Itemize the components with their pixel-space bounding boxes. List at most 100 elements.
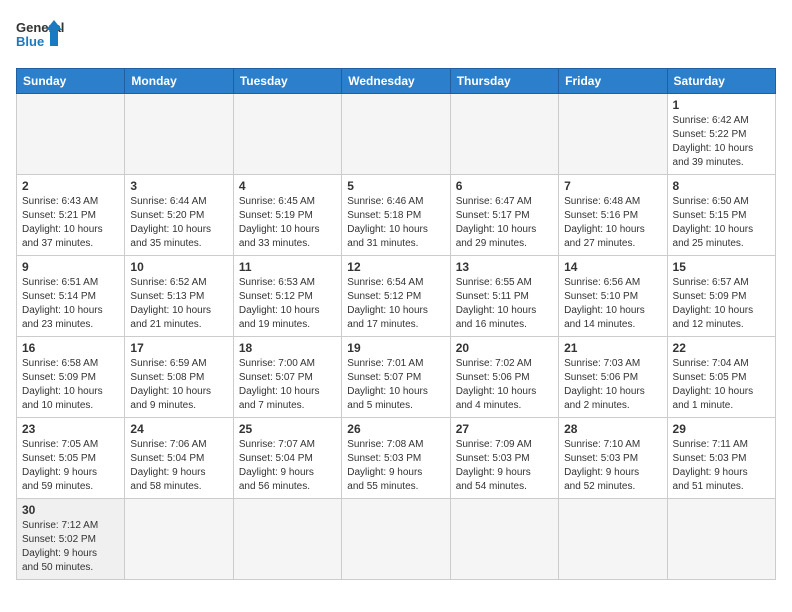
day-header-wednesday: Wednesday: [342, 69, 450, 94]
calendar-cell: [125, 94, 233, 175]
day-info: Sunrise: 6:46 AM Sunset: 5:18 PM Dayligh…: [347, 195, 444, 251]
calendar-cell: 10 Sunrise: 6:52 AM Sunset: 5:13 PM Dayli…: [125, 256, 233, 337]
day-info: Sunrise: 7:12 AM Sunset: 5:02 PM Dayligh…: [22, 519, 119, 575]
day-number: 6: [456, 179, 553, 193]
day-number: 9: [22, 260, 119, 274]
day-info: Sunrise: 7:02 AM Sunset: 5:06 PM Dayligh…: [456, 357, 553, 413]
calendar-cell: 23 Sunrise: 7:05 AM Sunset: 5:05 PM Dayli…: [17, 418, 125, 499]
day-info: Sunrise: 6:44 AM Sunset: 5:20 PM Dayligh…: [130, 195, 227, 251]
day-info: Sunrise: 6:54 AM Sunset: 5:12 PM Dayligh…: [347, 276, 444, 332]
day-number: 23: [22, 422, 119, 436]
day-number: 19: [347, 341, 444, 355]
calendar-cell: 24 Sunrise: 7:06 AM Sunset: 5:04 PM Dayli…: [125, 418, 233, 499]
day-info: Sunrise: 6:58 AM Sunset: 5:09 PM Dayligh…: [22, 357, 119, 413]
calendar-cell: 26Sunrise: 7:08 AM Sunset: 5:03 PM Dayli…: [342, 418, 450, 499]
calendar-cell: 18 Sunrise: 7:00 AM Sunset: 5:07 PM Dayli…: [233, 337, 341, 418]
day-info: Sunrise: 7:11 AM Sunset: 5:03 PM Dayligh…: [673, 438, 770, 494]
week-row-6: 30 Sunrise: 7:12 AM Sunset: 5:02 PM Dayli…: [17, 499, 776, 580]
calendar-cell: 8 Sunrise: 6:50 AM Sunset: 5:15 PM Daylig…: [667, 175, 775, 256]
day-header-sunday: Sunday: [17, 69, 125, 94]
day-number: 3: [130, 179, 227, 193]
calendar-cell: [559, 499, 667, 580]
calendar-cell: [450, 499, 558, 580]
day-number: 5: [347, 179, 444, 193]
day-number: 20: [456, 341, 553, 355]
day-number: 28: [564, 422, 661, 436]
day-number: 18: [239, 341, 336, 355]
day-number: 15: [673, 260, 770, 274]
day-number: 11: [239, 260, 336, 274]
day-number: 24: [130, 422, 227, 436]
calendar-cell: 27 Sunrise: 7:09 AM Sunset: 5:03 PM Dayli…: [450, 418, 558, 499]
calendar-table: SundayMondayTuesdayWednesdayThursdayFrid…: [16, 68, 776, 580]
calendar-cell: [667, 499, 775, 580]
calendar-cell: 20 Sunrise: 7:02 AM Sunset: 5:06 PM Dayli…: [450, 337, 558, 418]
logo-svg: General Blue: [16, 16, 66, 58]
day-number: 4: [239, 179, 336, 193]
day-number: 17: [130, 341, 227, 355]
calendar-cell: 14Sunrise: 6:56 AM Sunset: 5:10 PM Dayli…: [559, 256, 667, 337]
day-number: 7: [564, 179, 661, 193]
day-info: Sunrise: 7:00 AM Sunset: 5:07 PM Dayligh…: [239, 357, 336, 413]
day-header-thursday: Thursday: [450, 69, 558, 94]
day-number: 27: [456, 422, 553, 436]
calendar-cell: 16Sunrise: 6:58 AM Sunset: 5:09 PM Dayli…: [17, 337, 125, 418]
week-row-3: 9 Sunrise: 6:51 AM Sunset: 5:14 PM Daylig…: [17, 256, 776, 337]
day-info: Sunrise: 6:42 AM Sunset: 5:22 PM Dayligh…: [673, 114, 770, 170]
day-number: 30: [22, 503, 119, 517]
day-info: Sunrise: 6:50 AM Sunset: 5:15 PM Dayligh…: [673, 195, 770, 251]
calendar-cell: 21 Sunrise: 7:03 AM Sunset: 5:06 PM Dayli…: [559, 337, 667, 418]
day-info: Sunrise: 7:07 AM Sunset: 5:04 PM Dayligh…: [239, 438, 336, 494]
day-info: Sunrise: 7:09 AM Sunset: 5:03 PM Dayligh…: [456, 438, 553, 494]
calendar-cell: 12 Sunrise: 6:54 AM Sunset: 5:12 PM Dayli…: [342, 256, 450, 337]
day-number: 12: [347, 260, 444, 274]
calendar-cell: 17 Sunrise: 6:59 AM Sunset: 5:08 PM Dayli…: [125, 337, 233, 418]
calendar-cell: 19Sunrise: 7:01 AM Sunset: 5:07 PM Dayli…: [342, 337, 450, 418]
day-info: Sunrise: 6:48 AM Sunset: 5:16 PM Dayligh…: [564, 195, 661, 251]
day-info: Sunrise: 7:05 AM Sunset: 5:05 PM Dayligh…: [22, 438, 119, 494]
day-info: Sunrise: 6:52 AM Sunset: 5:13 PM Dayligh…: [130, 276, 227, 332]
day-number: 26: [347, 422, 444, 436]
week-row-2: 2 Sunrise: 6:43 AM Sunset: 5:21 PM Daylig…: [17, 175, 776, 256]
page-header: General Blue: [16, 16, 776, 58]
day-number: 21: [564, 341, 661, 355]
calendar-cell: 7 Sunrise: 6:48 AM Sunset: 5:16 PM Daylig…: [559, 175, 667, 256]
day-info: Sunrise: 6:51 AM Sunset: 5:14 PM Dayligh…: [22, 276, 119, 332]
day-info: Sunrise: 7:03 AM Sunset: 5:06 PM Dayligh…: [564, 357, 661, 413]
day-number: 10: [130, 260, 227, 274]
day-number: 8: [673, 179, 770, 193]
day-header-saturday: Saturday: [667, 69, 775, 94]
day-header-tuesday: Tuesday: [233, 69, 341, 94]
svg-text:Blue: Blue: [16, 34, 44, 49]
calendar-cell: 3 Sunrise: 6:44 AM Sunset: 5:20 PM Daylig…: [125, 175, 233, 256]
calendar-cell: [17, 94, 125, 175]
calendar-cell: [342, 499, 450, 580]
week-row-5: 23 Sunrise: 7:05 AM Sunset: 5:05 PM Dayli…: [17, 418, 776, 499]
day-number: 2: [22, 179, 119, 193]
day-number: 29: [673, 422, 770, 436]
calendar-header-row: SundayMondayTuesdayWednesdayThursdayFrid…: [17, 69, 776, 94]
day-info: Sunrise: 7:10 AM Sunset: 5:03 PM Dayligh…: [564, 438, 661, 494]
day-info: Sunrise: 6:57 AM Sunset: 5:09 PM Dayligh…: [673, 276, 770, 332]
day-number: 25: [239, 422, 336, 436]
calendar-cell: 6 Sunrise: 6:47 AM Sunset: 5:17 PM Daylig…: [450, 175, 558, 256]
day-info: Sunrise: 6:43 AM Sunset: 5:21 PM Dayligh…: [22, 195, 119, 251]
calendar-cell: 5 Sunrise: 6:46 AM Sunset: 5:18 PM Daylig…: [342, 175, 450, 256]
day-info: Sunrise: 7:06 AM Sunset: 5:04 PM Dayligh…: [130, 438, 227, 494]
week-row-1: 1Sunrise: 6:42 AM Sunset: 5:22 PM Daylig…: [17, 94, 776, 175]
calendar-cell: 11Sunrise: 6:53 AM Sunset: 5:12 PM Dayli…: [233, 256, 341, 337]
day-info: Sunrise: 6:59 AM Sunset: 5:08 PM Dayligh…: [130, 357, 227, 413]
calendar-cell: 29 Sunrise: 7:11 AM Sunset: 5:03 PM Dayli…: [667, 418, 775, 499]
calendar-cell: 4 Sunrise: 6:45 AM Sunset: 5:19 PM Daylig…: [233, 175, 341, 256]
calendar-cell: [559, 94, 667, 175]
calendar-cell: [125, 499, 233, 580]
day-number: 14: [564, 260, 661, 274]
day-info: Sunrise: 6:45 AM Sunset: 5:19 PM Dayligh…: [239, 195, 336, 251]
calendar-cell: 15 Sunrise: 6:57 AM Sunset: 5:09 PM Dayli…: [667, 256, 775, 337]
calendar-cell: [233, 499, 341, 580]
day-info: Sunrise: 6:47 AM Sunset: 5:17 PM Dayligh…: [456, 195, 553, 251]
day-number: 22: [673, 341, 770, 355]
calendar-cell: 22Sunrise: 7:04 AM Sunset: 5:05 PM Dayli…: [667, 337, 775, 418]
calendar-cell: 25 Sunrise: 7:07 AM Sunset: 5:04 PM Dayli…: [233, 418, 341, 499]
calendar-cell: 13Sunrise: 6:55 AM Sunset: 5:11 PM Dayli…: [450, 256, 558, 337]
